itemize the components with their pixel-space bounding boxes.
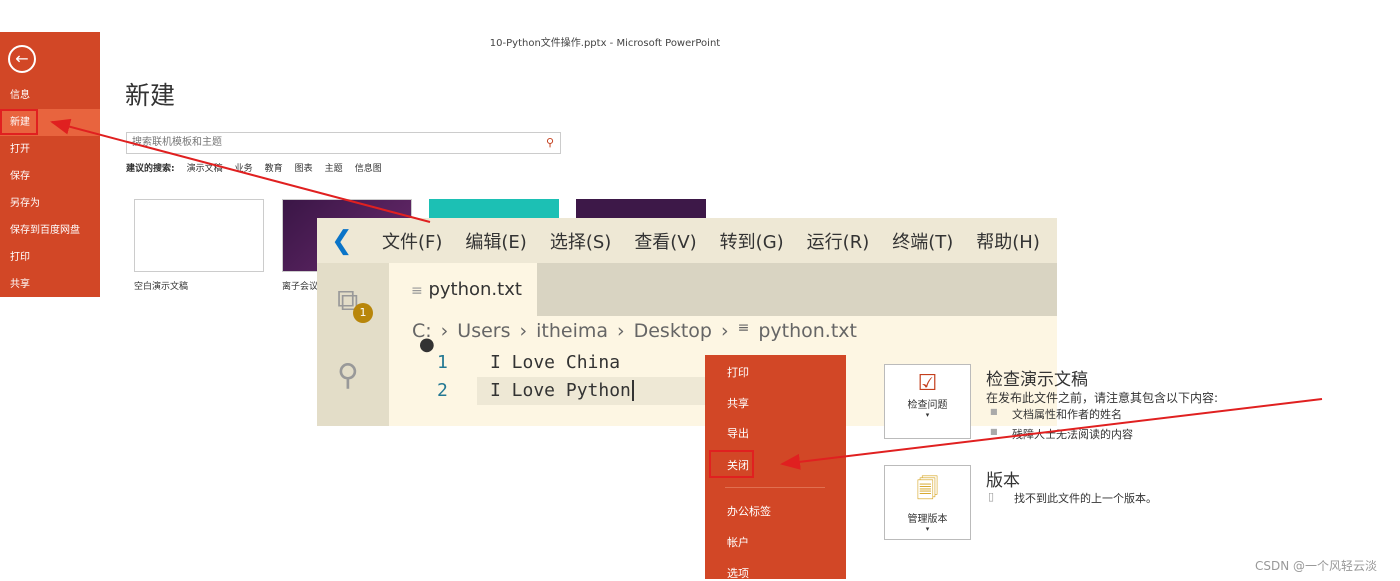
- arrow-to-close: [780, 398, 1323, 470]
- arrow-to-new: [50, 118, 431, 223]
- annotation-arrows: [50, 118, 1323, 470]
